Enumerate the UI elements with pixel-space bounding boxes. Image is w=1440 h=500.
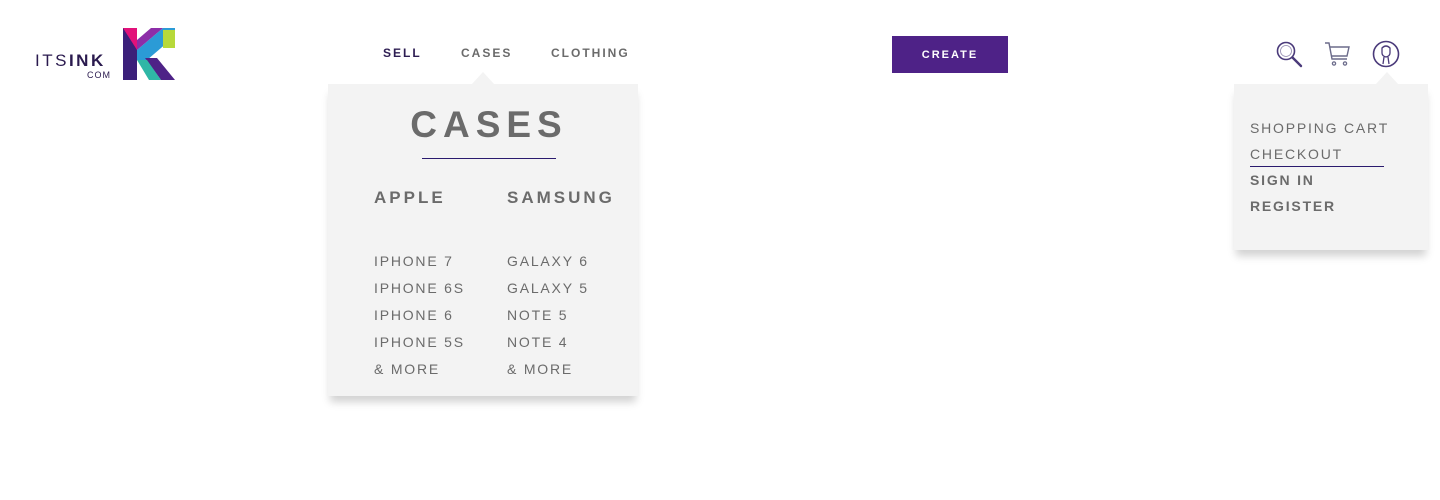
menu-item-samsung-more[interactable]: & MORE (507, 356, 589, 383)
menu-item-note-4[interactable]: NOTE 4 (507, 329, 589, 356)
nav-clothing[interactable]: CLOTHING (551, 46, 630, 60)
menu-item-checkout[interactable]: CHECKOUT (1250, 141, 1389, 167)
create-button[interactable]: CREATE (892, 36, 1008, 73)
account-menu-caret (1376, 72, 1398, 84)
cases-menu-title: CASES (410, 104, 568, 145)
logo-domain: COM (87, 70, 111, 80)
menu-item-note-5[interactable]: NOTE 5 (507, 302, 589, 329)
logo[interactable]: ITSINK COM (35, 28, 180, 83)
menu-item-sign-in[interactable]: SIGN IN (1250, 167, 1389, 193)
user-icon[interactable] (1372, 40, 1400, 68)
apple-list: IPHONE 7 IPHONE 6S IPHONE 6 IPHONE 5S & … (374, 248, 465, 383)
logo-wordmark: ITSINK (35, 51, 106, 70)
menu-item-shopping-cart[interactable]: SHOPPING CART (1250, 115, 1389, 141)
menu-item-galaxy-6[interactable]: GALAXY 6 (507, 248, 589, 275)
nav-sell[interactable]: SELL (383, 46, 422, 60)
account-menu-list: SHOPPING CART CHECKOUT SIGN IN REGISTER (1250, 115, 1389, 219)
search-icon[interactable] (1275, 40, 1303, 68)
menu-item-iphone-7[interactable]: IPHONE 7 (374, 248, 465, 275)
menu-item-galaxy-5[interactable]: GALAXY 5 (507, 275, 589, 302)
menu-item-iphone-6[interactable]: IPHONE 6 (374, 302, 465, 329)
cases-dropdown: CASES APPLE SAMSUNG IPHONE 7 IPHONE 6S I… (328, 84, 638, 396)
logo-k-mark-icon (123, 28, 175, 80)
account-dropdown: SHOPPING CART CHECKOUT SIGN IN REGISTER (1234, 84, 1428, 250)
menu-item-iphone-5s[interactable]: IPHONE 5S (374, 329, 465, 356)
menu-item-apple-more[interactable]: & MORE (374, 356, 465, 383)
cart-icon[interactable] (1323, 40, 1351, 68)
column-heading-apple[interactable]: APPLE (374, 188, 446, 208)
menu-item-iphone-6s[interactable]: IPHONE 6S (374, 275, 465, 302)
menu-item-register[interactable]: REGISTER (1250, 193, 1389, 219)
cases-menu-caret (472, 72, 494, 84)
nav-cases[interactable]: CASES (461, 46, 512, 60)
checkout-divider (1250, 166, 1384, 167)
column-heading-samsung[interactable]: SAMSUNG (507, 188, 615, 208)
cases-title-divider (422, 158, 556, 159)
samsung-list: GALAXY 6 GALAXY 5 NOTE 5 NOTE 4 & MORE (507, 248, 589, 383)
